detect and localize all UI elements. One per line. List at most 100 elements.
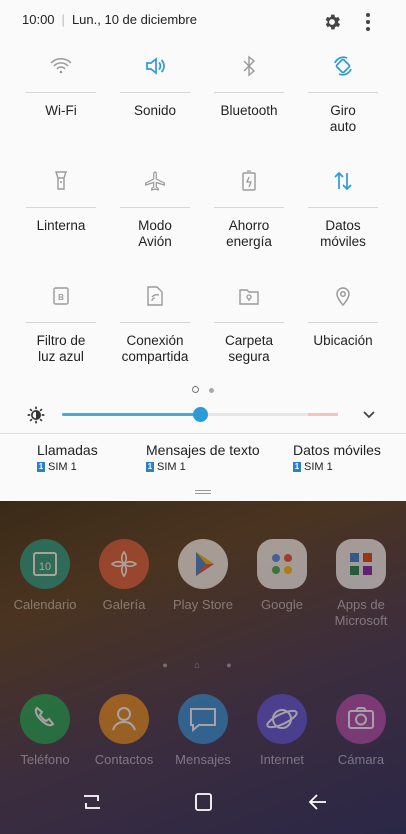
home-screen: 10 Calendario Galería Play Store Google Apps … <box>0 501 406 834</box>
sim-calls-title: Llamadas <box>37 442 98 458</box>
tile-label: Modo Avión <box>138 218 172 249</box>
app-google-folder[interactable]: Google <box>242 539 322 613</box>
tile-folder[interactable]: Carpeta segura <box>202 280 296 370</box>
page-dot-active <box>192 386 199 393</box>
sim-data-value: SIM 1 <box>304 461 333 473</box>
chevron-down-icon[interactable] <box>362 408 376 422</box>
wifi-icon <box>50 58 72 74</box>
speaker-icon <box>146 57 165 75</box>
panel-drag-handle[interactable] <box>195 490 211 494</box>
sim-messages-card: 1 SIM 1 <box>146 461 260 473</box>
app-play-store[interactable]: Play Store <box>163 539 243 613</box>
divider <box>0 433 406 434</box>
app-label: Teléfono <box>20 752 70 767</box>
location-icon <box>336 287 350 307</box>
app-label: Contactos <box>94 752 154 767</box>
status-bar: 10:00 | Lun., 10 de diciembre <box>22 12 197 27</box>
blue-light-filter-icon: B <box>53 287 69 305</box>
sim-data-title: Datos móviles <box>293 442 381 458</box>
app-messages[interactable]: Mensajes <box>163 694 243 768</box>
app-gallery[interactable]: Galería <box>84 539 164 613</box>
tile-divider <box>308 92 378 93</box>
app-label: Internet <box>259 752 305 767</box>
tile-divider <box>120 92 190 93</box>
back-icon[interactable] <box>306 792 330 812</box>
tile-divider <box>214 322 284 323</box>
home-page-indicator: ● ⌂ ● <box>162 660 244 670</box>
hotspot-icon <box>147 286 163 306</box>
tile-label: Wi-Fi <box>45 103 77 118</box>
navigation-bar <box>0 770 406 834</box>
app-microsoft-folder[interactable]: Apps de Microsoft <box>321 539 401 629</box>
page-indicator <box>0 380 406 398</box>
app-calendar[interactable]: 10 Calendario <box>5 539 85 613</box>
svg-text:B: B <box>58 293 64 302</box>
tile-bluelight[interactable]: B Filtro de luz azul <box>14 280 108 370</box>
brightness-fill <box>62 413 200 416</box>
tile-divider <box>214 207 284 208</box>
sim-card-icon: 1 <box>293 462 301 472</box>
tile-sound[interactable]: Sonido <box>108 50 202 140</box>
gallery-icon <box>99 539 149 589</box>
gear-icon[interactable] <box>322 12 342 32</box>
tile-airplane[interactable]: Modo Avión <box>108 165 202 255</box>
svg-text:10: 10 <box>39 561 51 573</box>
app-camera[interactable]: Cámara <box>321 694 401 768</box>
tile-location[interactable]: Ubicación <box>296 280 390 370</box>
tile-label: Ahorro energía <box>226 218 272 249</box>
tile-rotate[interactable]: Giro auto <box>296 50 390 140</box>
tile-label: Ubicación <box>313 333 373 348</box>
play-store-icon <box>178 539 228 589</box>
camera-icon <box>336 694 386 744</box>
sim-card-icon: 1 <box>146 462 154 472</box>
tile-data[interactable]: Datos móviles <box>296 165 390 255</box>
tile-label: Conexión compartida <box>121 333 189 364</box>
tile-divider <box>308 322 378 323</box>
tile-divider <box>120 207 190 208</box>
app-phone[interactable]: Teléfono <box>5 694 85 768</box>
internet-icon <box>257 694 307 744</box>
tile-flashlight[interactable]: Linterna <box>14 165 108 255</box>
sim-messages[interactable]: Mensajes de texto 1 SIM 1 <box>146 442 260 473</box>
mobile-data-icon <box>334 171 352 191</box>
tile-label: Bluetooth <box>220 103 278 118</box>
microsoft-folder-icon <box>336 539 386 589</box>
secure-folder-icon <box>239 289 259 305</box>
sim-calls[interactable]: Llamadas 1 SIM 1 <box>37 442 98 473</box>
tile-bluetooth[interactable]: Bluetooth <box>202 50 296 140</box>
brightness-thumb[interactable] <box>192 407 208 422</box>
app-label: Galería <box>102 597 146 612</box>
tile-divider <box>26 207 96 208</box>
brightness-icon <box>27 406 45 424</box>
sim-calls-value: SIM 1 <box>48 461 77 473</box>
date: Lun., 10 de diciembre <box>71 12 197 27</box>
app-internet[interactable]: Internet <box>242 694 322 768</box>
more-options-icon[interactable] <box>360 12 376 32</box>
sim-calls-card: 1 SIM 1 <box>37 461 98 473</box>
app-label: Google <box>261 597 303 612</box>
tile-divider <box>26 92 96 93</box>
contacts-icon <box>99 694 149 744</box>
tile-divider <box>26 322 96 323</box>
phone-icon <box>20 694 70 744</box>
tile-hotspot[interactable]: Conexión compartida <box>108 280 202 370</box>
tile-label: Sonido <box>133 103 177 118</box>
brightness-limit-mark <box>308 413 338 416</box>
recent-apps-icon[interactable] <box>80 792 104 812</box>
sim-data[interactable]: Datos móviles 1 SIM 1 <box>293 442 381 473</box>
tile-power[interactable]: Ahorro energía <box>202 165 296 255</box>
bluetooth-icon <box>243 55 256 77</box>
tile-label: Linterna <box>36 218 86 233</box>
tile-divider <box>120 322 190 323</box>
sim-messages-value: SIM 1 <box>157 461 186 473</box>
app-label: Calendario <box>13 597 77 612</box>
home-button-icon[interactable] <box>192 792 216 812</box>
app-contacts[interactable]: Contactos <box>84 694 164 768</box>
tile-wifi[interactable]: Wi-Fi <box>14 50 108 140</box>
battery-saver-icon <box>242 170 256 191</box>
clock: 10:00 <box>22 12 55 27</box>
flashlight-icon <box>55 171 67 190</box>
messages-icon <box>178 694 228 744</box>
tile-label: Carpeta segura <box>224 333 274 364</box>
tile-label: Filtro de luz azul <box>36 333 86 364</box>
